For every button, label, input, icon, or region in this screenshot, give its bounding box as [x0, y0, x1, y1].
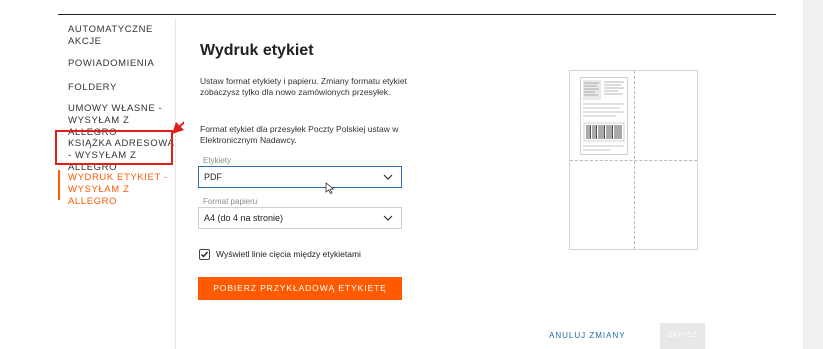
- mouse-cursor-icon: [325, 182, 335, 194]
- cut-line-horizontal: [570, 160, 697, 161]
- save-button[interactable]: ZAPISZ: [660, 323, 705, 349]
- sidebar-item-folders[interactable]: FOLDERY: [68, 82, 176, 94]
- paper-field-label: Format papieru: [203, 197, 258, 206]
- labels-format-select[interactable]: PDF: [198, 166, 402, 188]
- labels-field-label: Etykiety: [203, 156, 232, 165]
- page-title: Wydruk etykiet: [200, 42, 314, 59]
- sidebar-item-label-printing[interactable]: WYDRUK ETYKIET - WYSYŁAM Z ALLEGRO: [68, 172, 176, 208]
- checkmark-icon: [201, 251, 209, 258]
- paper-format-select[interactable]: A4 (do 4 na stronie): [198, 207, 402, 229]
- cancel-changes-button[interactable]: ANULUJ ZMIANY: [549, 331, 626, 340]
- paper-format-value: A4 (do 4 na stronie): [204, 213, 284, 223]
- sample-label-thumbnail-icon: [580, 77, 628, 155]
- settings-sidebar: AUTOMATYCZNE AKCJE POWIADOMIENIA FOLDERY…: [58, 18, 176, 349]
- labels-format-value: PDF: [204, 172, 222, 182]
- label-printing-panel: Wydruk etykiet Ustaw format etykiety i p…: [184, 20, 776, 349]
- sidebar-item-notifications[interactable]: POWIADOMIENIA: [68, 58, 176, 70]
- poczta-polska-note: Format etykiet dla przesyłek Poczty Pols…: [200, 124, 399, 145]
- label-layout-preview: [569, 70, 698, 250]
- sidebar-item-automatic-actions[interactable]: AUTOMATYCZNE AKCJE: [68, 24, 176, 48]
- cut-lines-label: Wyświetl linie cięcia między etykietami: [216, 249, 361, 259]
- right-side-panel: [803, 0, 823, 349]
- chevron-down-icon: [383, 174, 393, 180]
- active-indicator: [58, 170, 60, 200]
- top-divider: [58, 14, 776, 15]
- annotation-highlight-box: [55, 130, 173, 165]
- format-description: Ustaw format etykiety i papieru. Zmiany …: [200, 76, 407, 97]
- chevron-down-icon: [383, 215, 393, 221]
- cut-lines-checkbox[interactable]: [199, 249, 210, 260]
- download-sample-label-button[interactable]: POBIERZ PRZYKŁADOWĄ ETYKIETĘ: [198, 277, 402, 300]
